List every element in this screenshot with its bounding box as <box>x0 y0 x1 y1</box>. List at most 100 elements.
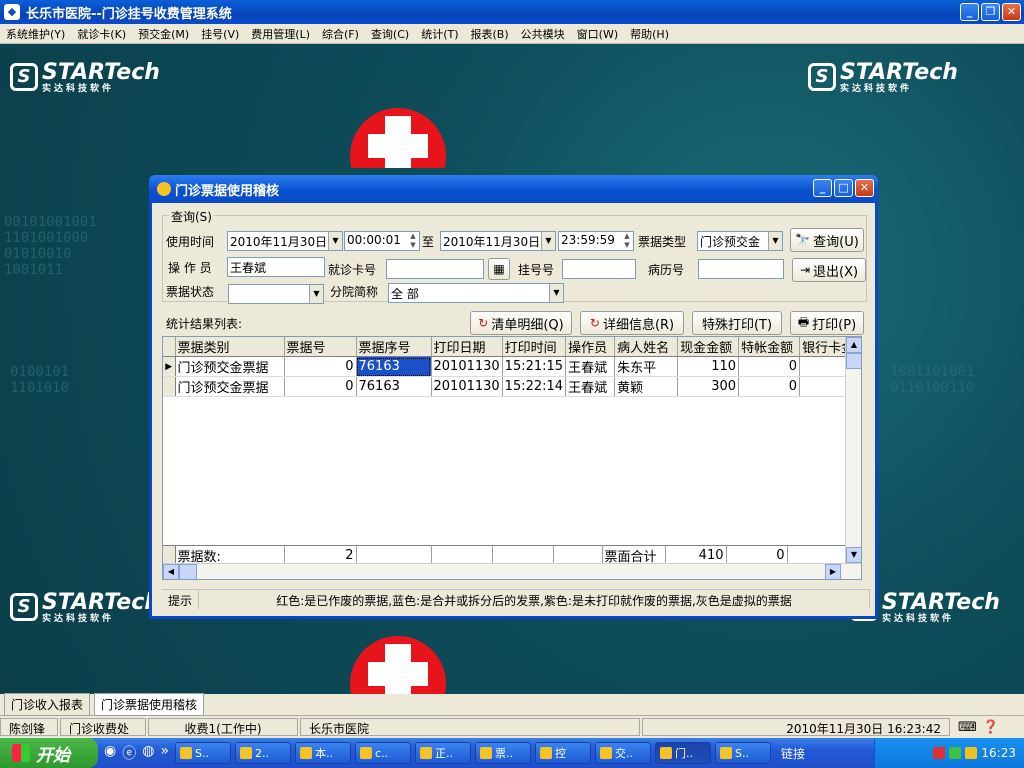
help-icon[interactable]: ❓ <box>983 720 999 735</box>
exit-button[interactable]: ⇥ 退出(X) <box>792 258 866 282</box>
table-cell[interactable]: 300 <box>677 376 740 397</box>
menu-public[interactable]: 公共模块 <box>515 26 571 42</box>
taskbar-item[interactable]: c.. <box>355 742 412 764</box>
table-cell[interactable]: 0 <box>738 376 801 397</box>
col-special-amount[interactable]: 特帐金额 <box>738 337 801 357</box>
taskbar-item[interactable]: S.. <box>715 742 772 764</box>
table-cell[interactable]: 王春斌 <box>565 356 616 377</box>
table-cell[interactable]: 20101130 <box>431 356 503 377</box>
menu-fee[interactable]: 费用管理(L) <box>245 26 316 42</box>
col-ticket-seq[interactable]: 票据序号 <box>356 337 432 357</box>
print-button[interactable]: 🖶 打印(P) <box>790 311 864 335</box>
tray-icon[interactable] <box>949 747 962 759</box>
start-button[interactable]: 开始 <box>0 738 98 768</box>
start-date-picker[interactable]: 2010年11月30日 ▼ <box>227 231 343 251</box>
clear-detail-button[interactable]: ↻ 清单明细(Q) <box>470 311 572 335</box>
ticket-status-select[interactable]: ▼ <box>228 284 324 304</box>
scroll-down-icon[interactable]: ▼ <box>846 547 861 563</box>
tab-income-report[interactable]: 门诊收入报表 <box>4 693 91 716</box>
menu-stats[interactable]: 统计(T) <box>415 26 464 42</box>
taskbar-item[interactable]: 票.. <box>475 742 532 764</box>
taskbar-item[interactable]: S.. <box>175 742 232 764</box>
vertical-scrollbar[interactable]: ▲ ▼ <box>845 337 861 563</box>
spinner-arrows-icon[interactable]: ▲ ▼ <box>407 232 419 250</box>
table-cell[interactable]: 110 <box>677 356 740 377</box>
col-ticket-no[interactable]: 票据号 <box>284 337 357 357</box>
scroll-left-icon[interactable]: ◀ <box>163 564 179 579</box>
table-cell[interactable]: 黄颖 <box>614 376 679 397</box>
special-print-button[interactable]: 特殊打印(T) <box>692 311 782 335</box>
menu-card[interactable]: 就诊卡(K) <box>71 26 132 42</box>
query-button[interactable]: 🔭 查询(U) <box>790 228 864 252</box>
chevron-down-icon[interactable]: ▼ <box>541 232 555 250</box>
col-print-date[interactable]: 打印日期 <box>431 337 503 357</box>
card-reader-button[interactable]: ▦ <box>488 258 510 280</box>
table-row[interactable]: 门诊预交金票据 0 76163 20101130 15:22:14 王春斌 黄颖… <box>163 376 861 397</box>
branch-select[interactable]: 全 部 ▼ <box>388 283 564 303</box>
tray-icon[interactable] <box>933 747 946 759</box>
chevron-down-icon[interactable]: ▼ <box>549 284 563 302</box>
keyboard-icon[interactable]: ⌨ <box>958 720 977 735</box>
table-cell[interactable]: 15:22:14 <box>502 376 567 397</box>
chevron-down-icon[interactable]: ▼ <box>309 285 323 303</box>
scroll-up-icon[interactable]: ▲ <box>846 337 861 353</box>
table-cell-selected[interactable]: 76163 <box>356 356 432 377</box>
table-cell[interactable]: 朱东平 <box>614 356 679 377</box>
table-cell[interactable]: 门诊预交金票据 <box>175 356 285 377</box>
start-time-spinner[interactable]: 00:00:01 ▲ ▼ <box>344 231 420 251</box>
menu-query[interactable]: 查询(C) <box>365 26 415 42</box>
scroll-thumb[interactable] <box>846 353 861 369</box>
col-ticket-category[interactable]: 票据类别 <box>175 337 285 357</box>
chevron-down-icon[interactable]: ▼ <box>328 232 342 250</box>
dialog-maximize-button[interactable]: □ <box>834 179 853 197</box>
table-cell[interactable]: 王春斌 <box>565 376 616 397</box>
menu-deposit[interactable]: 预交金(M) <box>132 26 195 42</box>
restore-button[interactable]: ❐ <box>981 3 1000 21</box>
taskbar-item[interactable]: 控 <box>535 742 592 764</box>
card-no-input[interactable] <box>386 259 484 279</box>
detail-info-button[interactable]: ↻ 详细信息(R) <box>580 311 684 335</box>
table-cell[interactable]: 0 <box>738 356 801 377</box>
tab-ticket-audit[interactable]: 门诊票据使用稽核 <box>94 693 205 716</box>
taskbar-item[interactable]: 正.. <box>415 742 472 764</box>
results-grid[interactable]: 票据类别 票据号 票据序号 打印日期 打印时间 操作员 病人姓名 现金金额 特帐… <box>162 336 862 580</box>
tray-icon[interactable] <box>965 747 978 759</box>
minimize-button[interactable]: _ <box>960 3 979 21</box>
close-button[interactable]: ✕ <box>1002 3 1021 21</box>
dialog-minimize-button[interactable]: _ <box>813 179 832 197</box>
col-operator[interactable]: 操作员 <box>565 337 616 357</box>
table-row[interactable]: ▶ 门诊预交金票据 0 76163 20101130 15:21:15 王春斌 … <box>163 356 861 377</box>
table-cell[interactable]: 20101130 <box>431 376 503 397</box>
ie-icon[interactable]: ⓔ <box>122 743 136 763</box>
taskbar-item[interactable]: 2.. <box>235 742 292 764</box>
scroll-right-icon[interactable]: ▶ <box>825 564 841 579</box>
table-cell[interactable]: 0 <box>284 376 357 397</box>
menu-register[interactable]: 挂号(V) <box>195 26 245 42</box>
qq-icon[interactable]: ◍ <box>142 743 154 763</box>
dialog-close-button[interactable]: ✕ <box>855 179 874 197</box>
menu-system[interactable]: 系统维护(Y) <box>0 26 71 42</box>
col-patient-name[interactable]: 病人姓名 <box>614 337 679 357</box>
table-cell[interactable]: 76163 <box>356 376 432 397</box>
scroll-thumb[interactable] <box>179 564 197 579</box>
end-date-picker[interactable]: 2010年11月30日 ▼ <box>440 231 556 251</box>
reg-no-input[interactable] <box>562 259 636 279</box>
taskbar-item[interactable]: 本.. <box>295 742 352 764</box>
menu-window[interactable]: 窗口(W) <box>571 26 624 42</box>
end-time-spinner[interactable]: 23:59:59 ▲ ▼ <box>558 231 634 251</box>
chevron-down-icon[interactable]: ▼ <box>768 232 782 250</box>
table-cell[interactable]: 门诊预交金票据 <box>175 376 285 397</box>
browser-icon[interactable]: ◉ <box>104 743 116 763</box>
horizontal-scrollbar[interactable]: ◀ ▶ <box>163 563 861 579</box>
menu-report[interactable]: 报表(B) <box>465 26 515 42</box>
table-cell[interactable]: 15:21:15 <box>502 356 567 377</box>
col-cash-amount[interactable]: 现金金额 <box>677 337 740 357</box>
more-icon[interactable]: » <box>160 743 169 763</box>
col-print-time[interactable]: 打印时间 <box>502 337 567 357</box>
operator-input[interactable]: 王春斌 <box>227 257 325 277</box>
taskbar-item[interactable]: 交.. <box>595 742 652 764</box>
menu-general[interactable]: 综合(F) <box>316 26 365 42</box>
links-toolbar[interactable]: 链接 <box>781 745 805 762</box>
spinner-arrows-icon[interactable]: ▲ ▼ <box>621 232 633 250</box>
taskbar-item-active[interactable]: 门.. <box>655 742 712 764</box>
